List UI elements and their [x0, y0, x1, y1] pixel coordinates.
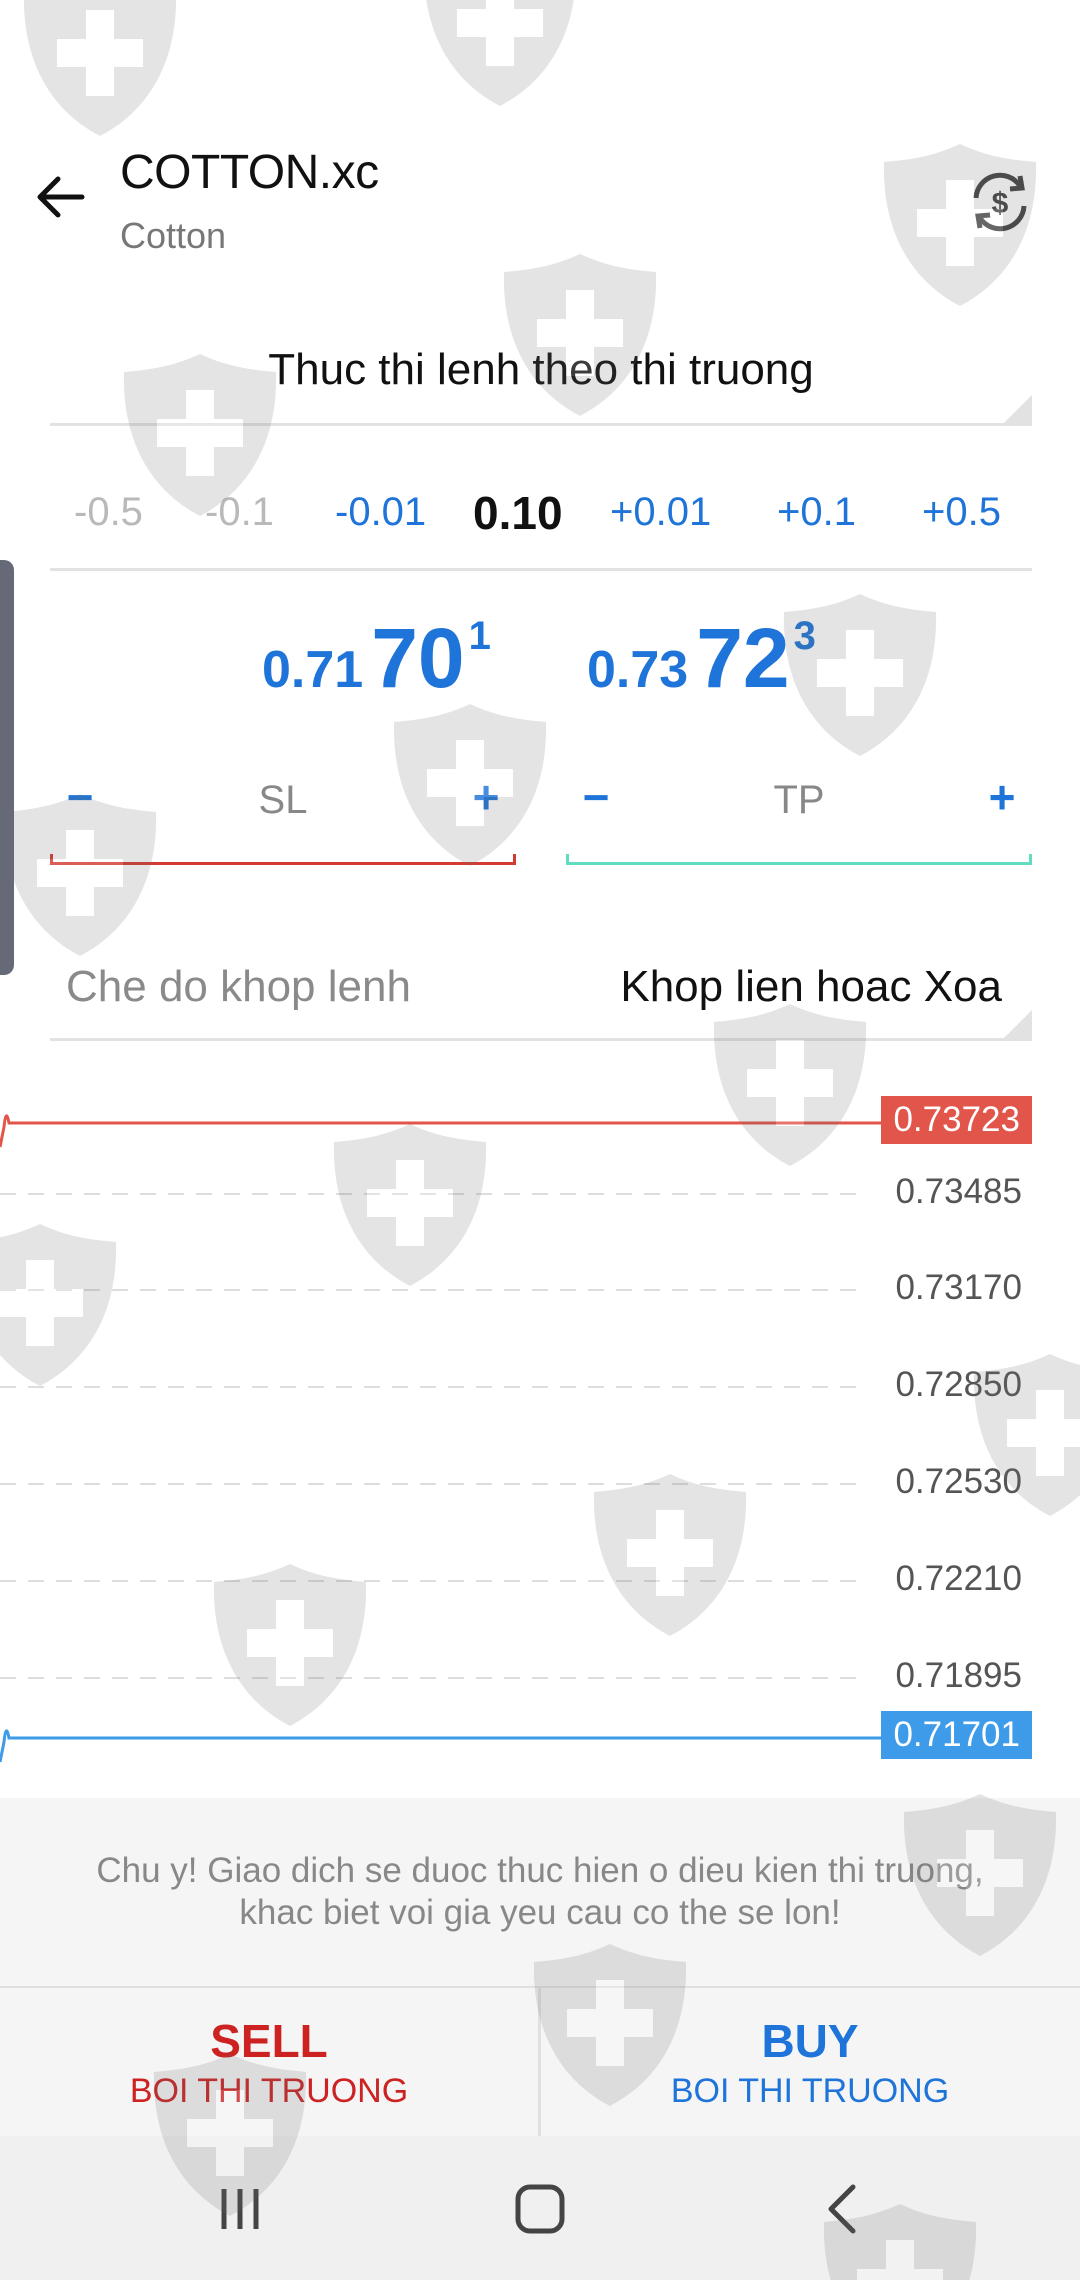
notice-line-1: Chu y! Giao dich se duoc thuc hien o die…	[96, 1851, 984, 1890]
y-tick-label: 0.72850	[895, 1365, 1022, 1404]
bid-price: 0.7170 1	[262, 610, 491, 707]
sl-underline	[50, 854, 516, 865]
recents-icon	[221, 2189, 259, 2229]
system-navigation-bar	[0, 2136, 1080, 2280]
back-button[interactable]	[28, 165, 92, 229]
home-icon	[515, 2184, 565, 2234]
volume-step-minus-0-1[interactable]: -0.1	[205, 490, 274, 535]
volume-step-plus-0-1[interactable]: +0.1	[777, 490, 856, 535]
stop-loss-field[interactable]: − SL +	[50, 770, 516, 865]
recents-button[interactable]	[205, 2174, 275, 2244]
notice-line-2: khac biet voi gia yeu cau co the se lon!	[239, 1893, 841, 1932]
volume-selector: -0.5 -0.1 -0.01 0.10 +0.01 +0.1 +0.5	[50, 480, 1032, 571]
y-tick-label: 0.73170	[895, 1268, 1022, 1307]
order-type-label: Thuc thi lenh theo thi truong	[268, 345, 814, 394]
fill-policy-label: Che do khop lenh	[66, 962, 411, 1011]
arrow-left-icon	[37, 176, 85, 218]
bid-price-sup: 1	[468, 614, 491, 658]
y-tick-label: 0.73485	[895, 1172, 1022, 1211]
take-profit-field[interactable]: − TP +	[566, 770, 1032, 865]
bid-line	[0, 1729, 890, 1763]
ask-line	[0, 1114, 890, 1148]
fill-policy-selector[interactable]: Che do khop lenh Khop lien hoac Xoa	[50, 950, 1032, 1041]
home-button[interactable]	[505, 2174, 575, 2244]
sell-button[interactable]: SELL BOI THI TRUONG	[0, 1988, 538, 2136]
shield-cross-icon	[20, 0, 180, 145]
tp-label: TP	[773, 778, 825, 822]
currency-exchange-button[interactable]: $	[960, 162, 1040, 242]
y-tick-label: 0.72530	[895, 1462, 1022, 1501]
fill-policy-value: Khop lien hoac Xoa	[620, 962, 1002, 1011]
y-tick-label: 0.71895	[895, 1656, 1022, 1695]
volume-step-plus-0-5[interactable]: +0.5	[922, 490, 1001, 535]
ask-price-tag: 0.73723	[881, 1096, 1032, 1144]
trade-actions: SELL BOI THI TRUONG BUY BOI THI TRUONG	[0, 1988, 1080, 2136]
sl-increase-button[interactable]: +	[456, 770, 516, 824]
sell-sublabel: BOI THI TRUONG	[129, 2072, 409, 2110]
tp-increase-button[interactable]: +	[972, 770, 1032, 824]
bid-price-tag: 0.71701	[881, 1711, 1032, 1759]
shield-cross-icon	[420, 0, 580, 115]
currency-exchange-icon: $	[973, 172, 1027, 232]
price-chart: 0.73485 0.73170 0.72850 0.72530 0.72210 …	[0, 1080, 1080, 1780]
symbol-title: COTTON.xc	[120, 146, 379, 199]
tp-underline	[566, 854, 1032, 865]
chevron-left-icon	[828, 2184, 856, 2234]
volume-step-plus-0-01[interactable]: +0.01	[610, 490, 711, 535]
order-type-selector[interactable]: Thuc thi lenh theo thi truong	[50, 335, 1032, 426]
buy-button[interactable]: BUY BOI THI TRUONG	[541, 1988, 1079, 2136]
ask-price-prefix: 0.73	[587, 641, 689, 699]
ask-price-big: 72	[696, 611, 790, 705]
volume-step-minus-0-01[interactable]: -0.01	[335, 490, 426, 535]
ask-price-sup: 3	[793, 614, 816, 658]
y-tick-label: 0.72210	[895, 1559, 1022, 1598]
dropdown-corner-indicator	[1004, 395, 1032, 423]
sl-label: SL	[258, 778, 308, 822]
ask-price: 0.7372 3	[587, 610, 816, 707]
edge-panel-handle[interactable]	[0, 560, 14, 975]
order-screen: COTTON.xc Cotton $ Thuc thi lenh theo th…	[0, 0, 1080, 2280]
symbol-description: Cotton	[120, 215, 227, 256]
buy-sublabel: BOI THI TRUONG	[670, 2072, 950, 2110]
sell-label: SELL	[210, 2015, 328, 2067]
volume-current-value[interactable]: 0.10	[473, 486, 563, 540]
market-execution-notice: Chu y! Giao dich se duoc thuc hien o die…	[0, 1798, 1080, 1988]
dropdown-corner-indicator	[1004, 1010, 1032, 1038]
bid-price-big: 70	[371, 611, 465, 705]
svg-text:$: $	[992, 187, 1009, 220]
buy-label: BUY	[761, 2015, 859, 2067]
bid-price-prefix: 0.71	[262, 641, 364, 699]
nav-back-button[interactable]	[808, 2174, 878, 2244]
volume-step-minus-0-5[interactable]: -0.5	[74, 490, 143, 535]
